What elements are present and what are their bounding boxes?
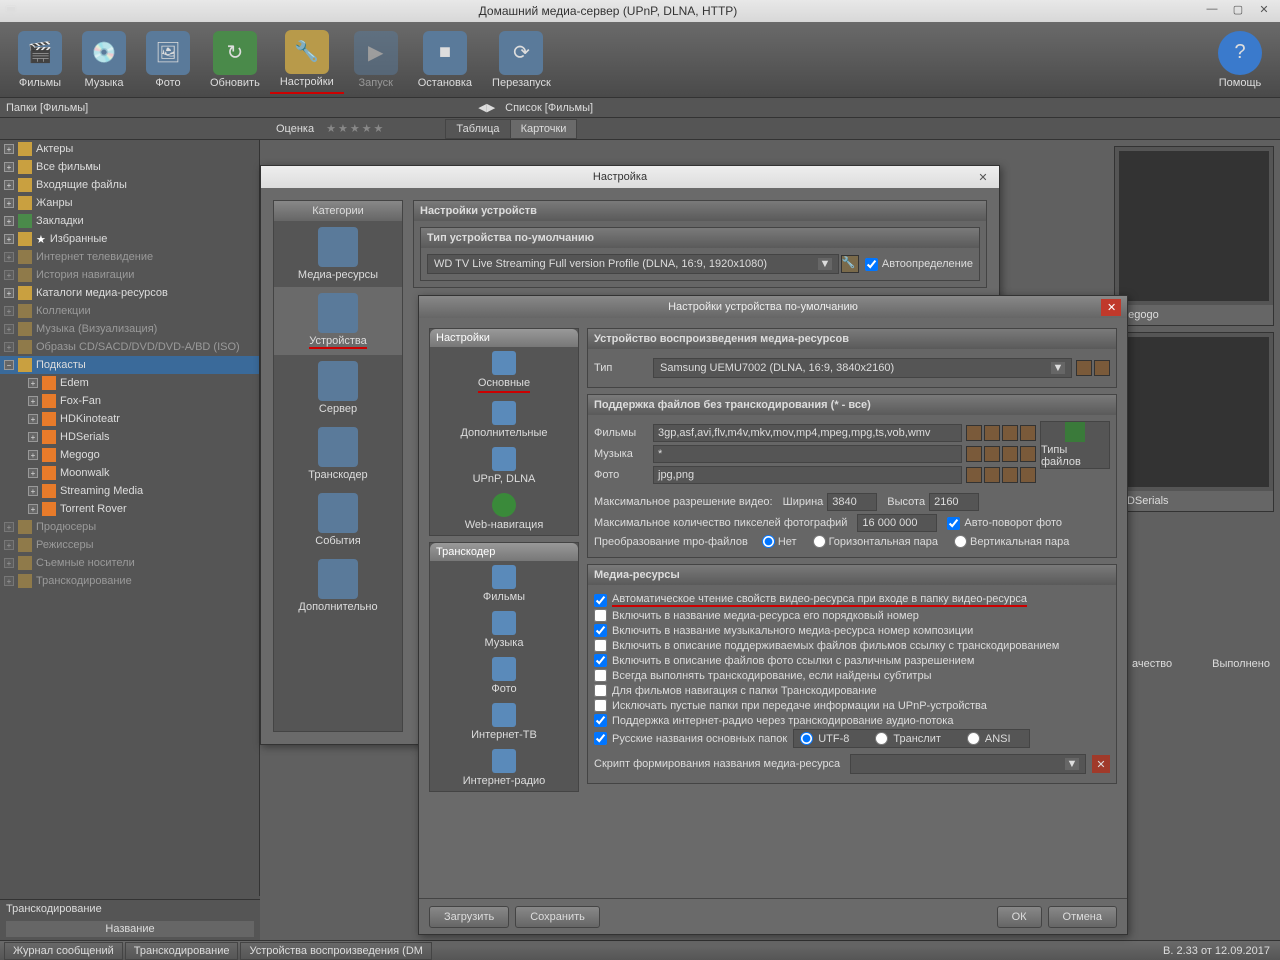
- help-button[interactable]: ?Помощь: [1208, 27, 1272, 93]
- cat-transcoder[interactable]: Транскодер: [274, 421, 402, 487]
- cat-events[interactable]: События: [274, 487, 402, 553]
- chk-exclude-empty[interactable]: Исключать пустые папки при передаче инфо…: [594, 699, 1110, 712]
- cat-additional[interactable]: Дополнительно: [274, 553, 402, 619]
- chk-nav-transcode[interactable]: Для фильмов навигация с папки Транскодир…: [594, 684, 1110, 697]
- list-label: Список [Фильмы]: [505, 102, 593, 114]
- secondary-bar: Папки [Фильмы] ◀▶ Список [Фильмы]: [0, 98, 1280, 118]
- close-button[interactable]: ✕: [1252, 3, 1276, 19]
- height-input[interactable]: [929, 493, 979, 511]
- enc-ansi[interactable]: ANSI: [967, 732, 1011, 745]
- stop-button[interactable]: ■Остановка: [408, 27, 482, 93]
- device-type-combo[interactable]: Samsung UEMU7002 (DLNA, 16:9, 3840x2160)…: [653, 358, 1072, 378]
- cat-media[interactable]: Медиа-ресурсы: [274, 221, 402, 287]
- chk-autoread[interactable]: Автоматическое чтение свойств видео-ресу…: [594, 593, 1110, 607]
- minimize-button[interactable]: —: [1200, 3, 1224, 19]
- refresh-button[interactable]: ↻Обновить: [200, 27, 270, 93]
- mpo-horiz-radio[interactable]: Горизонтальная пара: [813, 535, 938, 548]
- autodetect-checkbox[interactable]: Автоопределение: [865, 258, 973, 271]
- chk-subs-transcode[interactable]: Всегда выполнять транскодирование, если …: [594, 669, 1110, 682]
- enc-translit[interactable]: Транслит: [875, 732, 941, 745]
- device-dialog-footer: Загрузить Сохранить ОК Отмена: [419, 898, 1127, 934]
- mpo-none-radio[interactable]: Нет: [762, 535, 797, 548]
- status-tab-log[interactable]: Журнал сообщений: [4, 942, 123, 960]
- profile-combo[interactable]: WD TV Live Streaming Full version Profil…: [427, 254, 839, 274]
- encoding-group: UTF-8 Транслит ANSI: [793, 729, 1029, 748]
- tab-t-music[interactable]: Музыка: [430, 607, 578, 653]
- tab-t-movies[interactable]: Фильмы: [430, 561, 578, 607]
- tab-additional[interactable]: Дополнительные: [430, 397, 578, 443]
- file-types-button[interactable]: Типы файлов: [1040, 421, 1110, 469]
- mpo-vert-radio[interactable]: Вертикальная пара: [954, 535, 1069, 548]
- settings-tabs-panel: Настройки Основные Дополнительные UPnP, …: [429, 328, 579, 888]
- settings-button[interactable]: 🔧Настройки: [270, 26, 344, 94]
- device-btn1[interactable]: [1076, 360, 1092, 376]
- device-close-button[interactable]: ✕: [1101, 299, 1121, 316]
- script-combo[interactable]: ▼: [850, 754, 1086, 774]
- status-tab-devices[interactable]: Устройства воспроизведения (DM: [240, 942, 431, 960]
- chk-photo-res[interactable]: Включить в описание файлов фото ссылки с…: [594, 654, 1110, 667]
- device-settings-dialog: Настройки устройства по-умолчанию ✕ Наст…: [418, 295, 1128, 935]
- restart-button[interactable]: ⟳Перезапуск: [482, 27, 561, 93]
- titlebar: 🖥 Домашний медиа-сервер (UPnP, DLNA, HTT…: [0, 0, 1280, 22]
- photo-button[interactable]: 🖼Фото: [136, 27, 200, 93]
- start-button[interactable]: ▶Запуск: [344, 27, 408, 93]
- script-delete-icon[interactable]: ✕: [1092, 755, 1110, 773]
- tree-podcasts[interactable]: −Подкасты: [0, 356, 259, 374]
- tab-t-photo[interactable]: Фото: [430, 653, 578, 699]
- cards-panel: Megogo HDSerials: [1114, 146, 1274, 518]
- app-icon: 🖥: [4, 5, 18, 18]
- width-input[interactable]: [827, 493, 877, 511]
- tab-web[interactable]: Web-навигация: [430, 489, 578, 535]
- pixels-input[interactable]: [857, 514, 937, 532]
- maximize-button[interactable]: ▢: [1226, 3, 1250, 19]
- enc-utf8[interactable]: UTF-8: [800, 732, 849, 745]
- profile-edit-icon[interactable]: 🔧: [841, 255, 859, 273]
- auto-rotate-checkbox[interactable]: Авто-поворот фото: [947, 517, 1062, 530]
- cancel-button[interactable]: Отмена: [1048, 906, 1117, 928]
- tab-cards[interactable]: Карточки: [510, 119, 578, 139]
- music-button[interactable]: 💿Музыка: [72, 27, 136, 93]
- tab-t-iradio[interactable]: Интернет-радио: [430, 745, 578, 791]
- cat-server[interactable]: Сервер: [274, 355, 402, 421]
- movies-button[interactable]: 🎬Фильмы: [8, 27, 72, 93]
- folders-label: Папки [Фильмы]: [6, 102, 88, 114]
- main-toolbar: 🎬Фильмы 💿Музыка 🖼Фото ↻Обновить 🔧Настрой…: [0, 22, 1280, 98]
- device-btn2[interactable]: [1094, 360, 1110, 376]
- device-dialog-title: Настройки устройства по-умолчанию ✕: [419, 296, 1127, 318]
- save-button[interactable]: Сохранить: [515, 906, 600, 928]
- chk-ordinal[interactable]: Включить в название медиа-ресурса его по…: [594, 609, 1110, 622]
- rating-label: Оценка: [276, 123, 314, 135]
- tab-main[interactable]: Основные: [430, 347, 578, 397]
- settings-dialog-title: Настройка ✕: [261, 166, 999, 188]
- settings-close-button[interactable]: ✕: [973, 171, 993, 184]
- categories-panel: Категории Медиа-ресурсы Устройства Серве…: [273, 200, 403, 732]
- version-label: В. 2.33 от 12.09.2017: [1163, 945, 1276, 957]
- statusbar: Журнал сообщений Транскодирование Устрой…: [0, 940, 1280, 960]
- view-tabs: Таблица Карточки: [445, 119, 576, 139]
- transcode-panel: Транскодирование Название: [0, 899, 260, 940]
- card-megogo[interactable]: Megogo: [1114, 146, 1274, 326]
- tab-t-itv[interactable]: Интернет-ТВ: [430, 699, 578, 745]
- chk-transcode-link[interactable]: Включить в описание поддерживаемых файло…: [594, 639, 1110, 652]
- ok-button[interactable]: ОК: [997, 906, 1042, 928]
- ext-music-input[interactable]: *: [653, 445, 962, 463]
- chk-internet-radio[interactable]: Поддержка интернет-радио через транскоди…: [594, 714, 1110, 727]
- chk-russian-names[interactable]: Русские названия основных папок UTF-8 Тр…: [594, 729, 1110, 748]
- status-tab-transcode[interactable]: Транскодирование: [125, 942, 239, 960]
- window-title: Домашний медиа-сервер (UPnP, DLNA, HTTP): [18, 4, 1198, 18]
- folder-tree[interactable]: +Актеры +Все фильмы +Входящие файлы +Жан…: [0, 140, 260, 940]
- ext-photo-input[interactable]: jpg,png: [653, 466, 962, 484]
- chk-music-track[interactable]: Включить в название музыкального медиа-р…: [594, 624, 1110, 637]
- stars-icon: ★★★★★: [326, 122, 385, 135]
- card-hdserials[interactable]: HDSerials: [1114, 332, 1274, 512]
- tab-table[interactable]: Таблица: [445, 119, 510, 139]
- load-button[interactable]: Загрузить: [429, 906, 509, 928]
- cat-devices[interactable]: Устройства: [274, 287, 402, 355]
- ext-movies-input[interactable]: 3gp,asf,avi,flv,m4v,mkv,mov,mp4,mpeg,mpg…: [653, 424, 962, 442]
- third-bar: Оценка ★★★★★ Таблица Карточки: [0, 118, 1280, 140]
- tab-upnp[interactable]: UPnP, DLNA: [430, 443, 578, 489]
